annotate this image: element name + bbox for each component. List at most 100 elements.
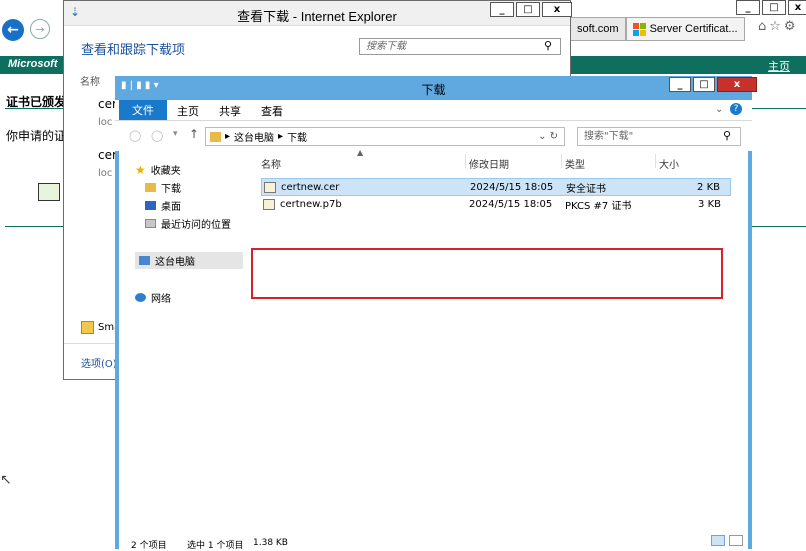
breadcrumb-separator-icon: ▸ bbox=[278, 131, 284, 142]
file-row[interactable]: certnew.cer 2024/5/15 18:05 安全证书 2 KB bbox=[261, 178, 731, 196]
computer-icon bbox=[139, 256, 150, 265]
navigation-pane: ★ 收藏夹 下载 桌面 最近访问的位置 这台电脑 网络 bbox=[119, 150, 247, 538]
column-separator[interactable] bbox=[561, 154, 562, 168]
address-dropdown-icon[interactable]: ⌄ ↻ bbox=[538, 131, 558, 142]
downloads-search-input[interactable]: 搜索下载 bbox=[359, 38, 561, 55]
tab-label: Server Certificat... bbox=[649, 23, 738, 35]
minimize-button[interactable]: _ bbox=[736, 0, 760, 15]
file-list: ▲ 名称 修改日期 类型 大小 certnew.cer 2024/5/15 18… bbox=[247, 148, 748, 538]
explorer-window: ▮ | ▮ ▮ ▾ 下载 _ □ x 文件 主页 共享 查看 ⌄ ? ◯ ◯ ▾… bbox=[115, 76, 757, 551]
nav-item-recent[interactable]: 最近访问的位置 bbox=[145, 216, 231, 231]
sort-ascending-icon: ▲ bbox=[357, 148, 364, 157]
file-name: certnew.p7b bbox=[280, 198, 342, 210]
breadcrumb-this-pc[interactable]: 这台电脑 bbox=[234, 129, 274, 144]
file-size: 3 KB bbox=[698, 198, 721, 210]
nav-item-favorites[interactable]: ★ 收藏夹 bbox=[135, 162, 181, 178]
nav-label: 最近访问的位置 bbox=[161, 220, 231, 231]
nav-item-network[interactable]: 网络 bbox=[135, 290, 171, 305]
maximize-button[interactable]: □ bbox=[693, 77, 715, 92]
status-size: 1.38 KB bbox=[253, 538, 288, 548]
tab-home[interactable]: 主页 bbox=[177, 103, 199, 119]
favorites-star-icon[interactable]: ☆ bbox=[769, 19, 784, 34]
certificate-file-icon bbox=[263, 198, 275, 210]
large-icons-view-icon[interactable] bbox=[729, 535, 743, 546]
column-header-name[interactable]: 名称 bbox=[80, 73, 100, 88]
certificate-icon[interactable] bbox=[38, 183, 60, 201]
certificate-file-icon bbox=[264, 181, 276, 193]
tab-file[interactable]: 文件 bbox=[119, 100, 167, 120]
status-selected: 选中 1 个项目 bbox=[187, 541, 244, 551]
search-icon[interactable]: ⚲ bbox=[544, 39, 552, 52]
forward-arrow-icon[interactable]: ◯ bbox=[151, 129, 163, 142]
up-arrow-icon[interactable]: ↑ bbox=[189, 127, 199, 141]
file-row[interactable]: certnew.p7b 2024/5/15 18:05 PKCS #7 证书 3… bbox=[261, 195, 731, 213]
nav-label: 收藏夹 bbox=[150, 166, 181, 177]
smartscreen-icon bbox=[81, 321, 94, 334]
tab-label: soft.com bbox=[577, 23, 619, 35]
recent-dropdown-icon[interactable]: ▾ bbox=[173, 129, 178, 139]
close-button[interactable]: x bbox=[788, 0, 806, 15]
file-size: 2 KB bbox=[697, 181, 720, 193]
nav-item-downloads[interactable]: 下载 bbox=[145, 180, 181, 195]
column-header-name[interactable]: 名称 bbox=[261, 156, 281, 171]
folder-icon bbox=[210, 131, 221, 142]
desktop-icon bbox=[145, 201, 156, 210]
tab-server-certificate[interactable]: Server Certificat... bbox=[625, 17, 745, 41]
explorer-title: 下载 bbox=[421, 83, 446, 97]
address-bar[interactable]: ▸ 这台电脑 ▸ 下载 ⌄ ↻ bbox=[205, 127, 565, 146]
nav-item-this-pc[interactable]: 这台电脑 bbox=[135, 252, 243, 269]
explorer-search-input[interactable]: 搜索"下载" bbox=[577, 127, 741, 146]
options-link[interactable]: 选项(O) bbox=[81, 355, 117, 370]
column-header-size[interactable]: 大小 bbox=[659, 156, 679, 171]
column-header-type[interactable]: 类型 bbox=[565, 156, 585, 171]
explorer-titlebar: ▮ | ▮ ▮ ▾ 下载 _ □ x bbox=[115, 76, 757, 98]
column-separator[interactable] bbox=[655, 154, 656, 168]
restore-button[interactable]: □ bbox=[762, 0, 786, 15]
explorer-window-controls: _ □ x bbox=[669, 77, 757, 92]
close-button[interactable]: x bbox=[717, 77, 757, 92]
search-icon[interactable]: ⚲ bbox=[723, 129, 731, 142]
file-type: PKCS #7 证书 bbox=[565, 200, 632, 212]
home-link[interactable]: 主页 bbox=[768, 58, 790, 74]
ie-window-controls: _ □ x bbox=[736, 0, 806, 15]
ie-toolbar-icons: ⌂☆⚙ bbox=[758, 19, 799, 34]
close-button[interactable]: x bbox=[542, 2, 572, 17]
status-bar: 2 个项目 选中 1 个项目 1.38 KB bbox=[119, 535, 748, 551]
minimize-button[interactable]: _ bbox=[490, 2, 514, 17]
downloads-folder-icon bbox=[145, 183, 156, 192]
back-button[interactable]: ← bbox=[2, 19, 24, 41]
tab-view[interactable]: 查看 bbox=[261, 103, 283, 119]
brand-text: Microsoft bbox=[8, 58, 58, 70]
nav-label: 这台电脑 bbox=[155, 257, 195, 268]
maximize-button[interactable]: □ bbox=[516, 2, 540, 17]
nav-item-desktop[interactable]: 桌面 bbox=[145, 198, 181, 213]
ie-tab-strip: soft.com Server Certificat... bbox=[570, 17, 745, 41]
tab-share[interactable]: 共享 bbox=[219, 103, 241, 119]
back-arrow-icon[interactable]: ◯ bbox=[129, 129, 141, 142]
column-header-modified[interactable]: 修改日期 bbox=[469, 156, 509, 171]
explorer-body: ★ 收藏夹 下载 桌面 最近访问的位置 这台电脑 网络 ▲ 名称 修改日期 类型… bbox=[119, 148, 748, 538]
help-icon[interactable]: ? bbox=[730, 103, 742, 115]
column-separator[interactable] bbox=[465, 154, 466, 168]
minimize-button[interactable]: _ bbox=[669, 77, 691, 92]
download-item-location: loc bbox=[98, 117, 113, 128]
highlight-annotation-box bbox=[251, 248, 723, 299]
dialog-titlebar: ⇣ 查看下载 - Internet Explorer _ □ x bbox=[64, 1, 572, 26]
details-view-icon[interactable] bbox=[711, 535, 725, 546]
gear-icon[interactable]: ⚙ bbox=[784, 19, 799, 34]
ribbon-tabs: 文件 主页 共享 查看 ⌄ ? bbox=[115, 100, 752, 120]
dialog-window-controls: _ □ x bbox=[490, 2, 572, 17]
breadcrumb-separator-icon: ▸ bbox=[225, 131, 231, 142]
tab-microsoft[interactable]: soft.com bbox=[570, 17, 626, 41]
file-modified: 2024/5/15 18:05 bbox=[469, 198, 553, 210]
file-modified: 2024/5/15 18:05 bbox=[470, 181, 554, 193]
network-icon bbox=[135, 293, 146, 302]
download-item-location: loc bbox=[98, 168, 113, 179]
issued-message: 你申请的证 bbox=[6, 129, 67, 143]
ribbon-expand-icon[interactable]: ⌄ bbox=[715, 104, 723, 115]
home-icon[interactable]: ⌂ bbox=[758, 19, 769, 34]
nav-label: 下载 bbox=[161, 184, 181, 195]
mouse-cursor-icon: ↖ bbox=[0, 472, 12, 488]
forward-button[interactable]: → bbox=[30, 19, 50, 39]
breadcrumb-downloads[interactable]: 下载 bbox=[287, 129, 307, 144]
